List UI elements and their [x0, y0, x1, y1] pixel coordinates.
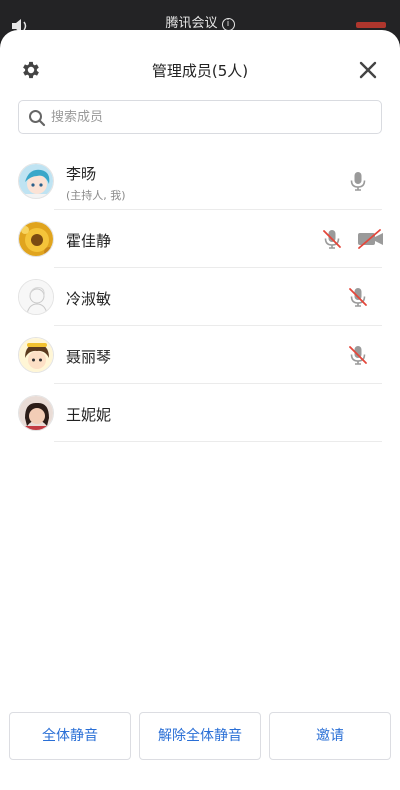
end-call-icon[interactable]: [356, 22, 386, 28]
avatar-cartoon-girl-icon: [19, 338, 53, 372]
avatar-anime-girl-icon: [19, 164, 53, 198]
avatar: [18, 337, 54, 373]
list-item[interactable]: 霍佳静: [0, 210, 400, 268]
invite-button[interactable]: 邀请: [269, 712, 391, 760]
member-management-sheet: 管理成员(5人) 李旸 (主持人, 我: [0, 30, 400, 790]
page-title: 管理成员(5人): [151, 62, 249, 80]
search-box[interactable]: [18, 100, 382, 134]
microphone-icon[interactable]: [346, 169, 370, 193]
list-item[interactable]: 冷淑敏: [0, 268, 400, 326]
meeting-title[interactable]: 腾讯会议 i: [0, 12, 400, 31]
search-icon: [29, 110, 46, 127]
meeting-title-text: 腾讯会议: [165, 16, 218, 31]
avatar-sunflower-icon: [19, 222, 53, 256]
microphone-muted-icon[interactable]: [320, 227, 344, 251]
avatar-photo-icon: [19, 396, 53, 430]
member-role: (主持人, 我): [66, 189, 126, 202]
action-bar: 全体静音 解除全体静音 邀请: [0, 712, 400, 760]
member-name: 聂丽琴: [66, 348, 112, 366]
member-list: 李旸 (主持人, 我) 霍佳静 冷淑敏 聂丽琴 王妮妮: [0, 152, 400, 442]
list-item[interactable]: 李旸 (主持人, 我): [0, 152, 400, 210]
member-name: 霍佳静: [66, 232, 112, 250]
camera-off-icon[interactable]: [356, 227, 386, 251]
list-item[interactable]: 王妮妮: [0, 384, 400, 442]
search-input[interactable]: [51, 105, 371, 129]
member-name: 王妮妮: [66, 406, 112, 424]
avatar: [18, 221, 54, 257]
microphone-muted-icon[interactable]: [346, 285, 370, 309]
avatar: [18, 395, 54, 431]
unmute-all-button[interactable]: 解除全体静音: [139, 712, 261, 760]
list-item[interactable]: 聂丽琴: [0, 326, 400, 384]
avatar: [18, 163, 54, 199]
member-name: 李旸: [66, 165, 97, 183]
row-divider: [54, 441, 382, 442]
microphone-muted-icon[interactable]: [346, 343, 370, 367]
avatar: [18, 279, 54, 315]
member-name: 冷淑敏: [66, 290, 112, 308]
sheet-header: 管理成员(5人): [0, 52, 400, 88]
mute-all-button[interactable]: 全体静音: [9, 712, 131, 760]
close-icon[interactable]: [358, 60, 378, 80]
avatar-sketch-icon: [19, 280, 53, 314]
